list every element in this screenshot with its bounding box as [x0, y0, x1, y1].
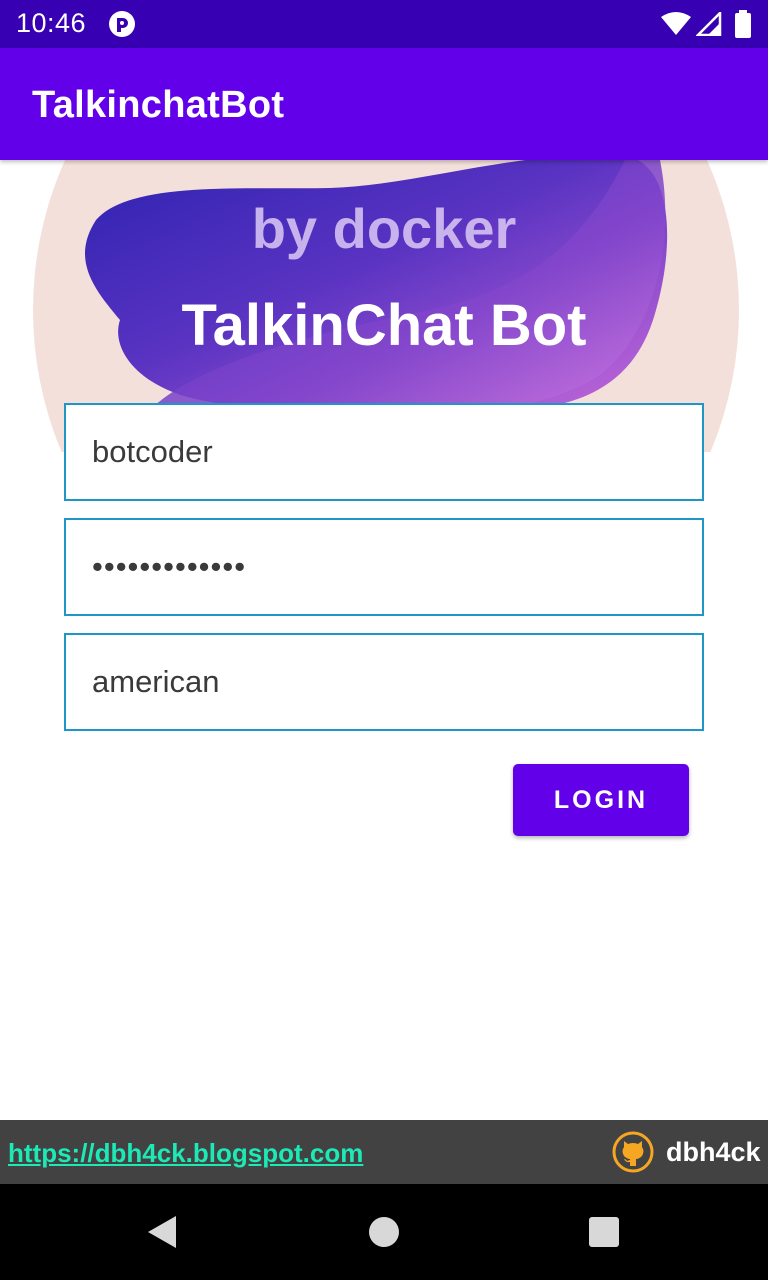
signal-icon	[696, 12, 722, 36]
login-button[interactable]: LOGIN	[513, 764, 689, 836]
username-field[interactable]	[64, 403, 704, 501]
github-icon[interactable]	[612, 1131, 654, 1173]
back-icon[interactable]	[144, 1214, 178, 1250]
status-time: 10:46	[16, 8, 87, 38]
banner-subtitle: by docker	[251, 197, 517, 260]
footer-bar: https://dbh4ck.blogspot.com dbh4ck	[0, 1120, 768, 1184]
battery-icon	[735, 10, 751, 38]
password-field[interactable]	[64, 518, 704, 616]
app-title: TalkinchatBot	[32, 84, 285, 126]
language-field[interactable]	[64, 633, 704, 731]
status-bar: 10:46	[0, 0, 768, 48]
github-username[interactable]: dbh4ck	[666, 1137, 761, 1168]
recents-icon[interactable]	[588, 1216, 620, 1248]
wifi-icon	[661, 12, 691, 35]
home-icon[interactable]	[368, 1216, 400, 1248]
blog-link[interactable]: https://dbh4ck.blogspot.com	[8, 1138, 363, 1169]
banner-title: TalkinChat Bot	[181, 293, 587, 358]
app-notification-icon	[109, 11, 135, 37]
app-bar: TalkinchatBot	[0, 48, 768, 160]
